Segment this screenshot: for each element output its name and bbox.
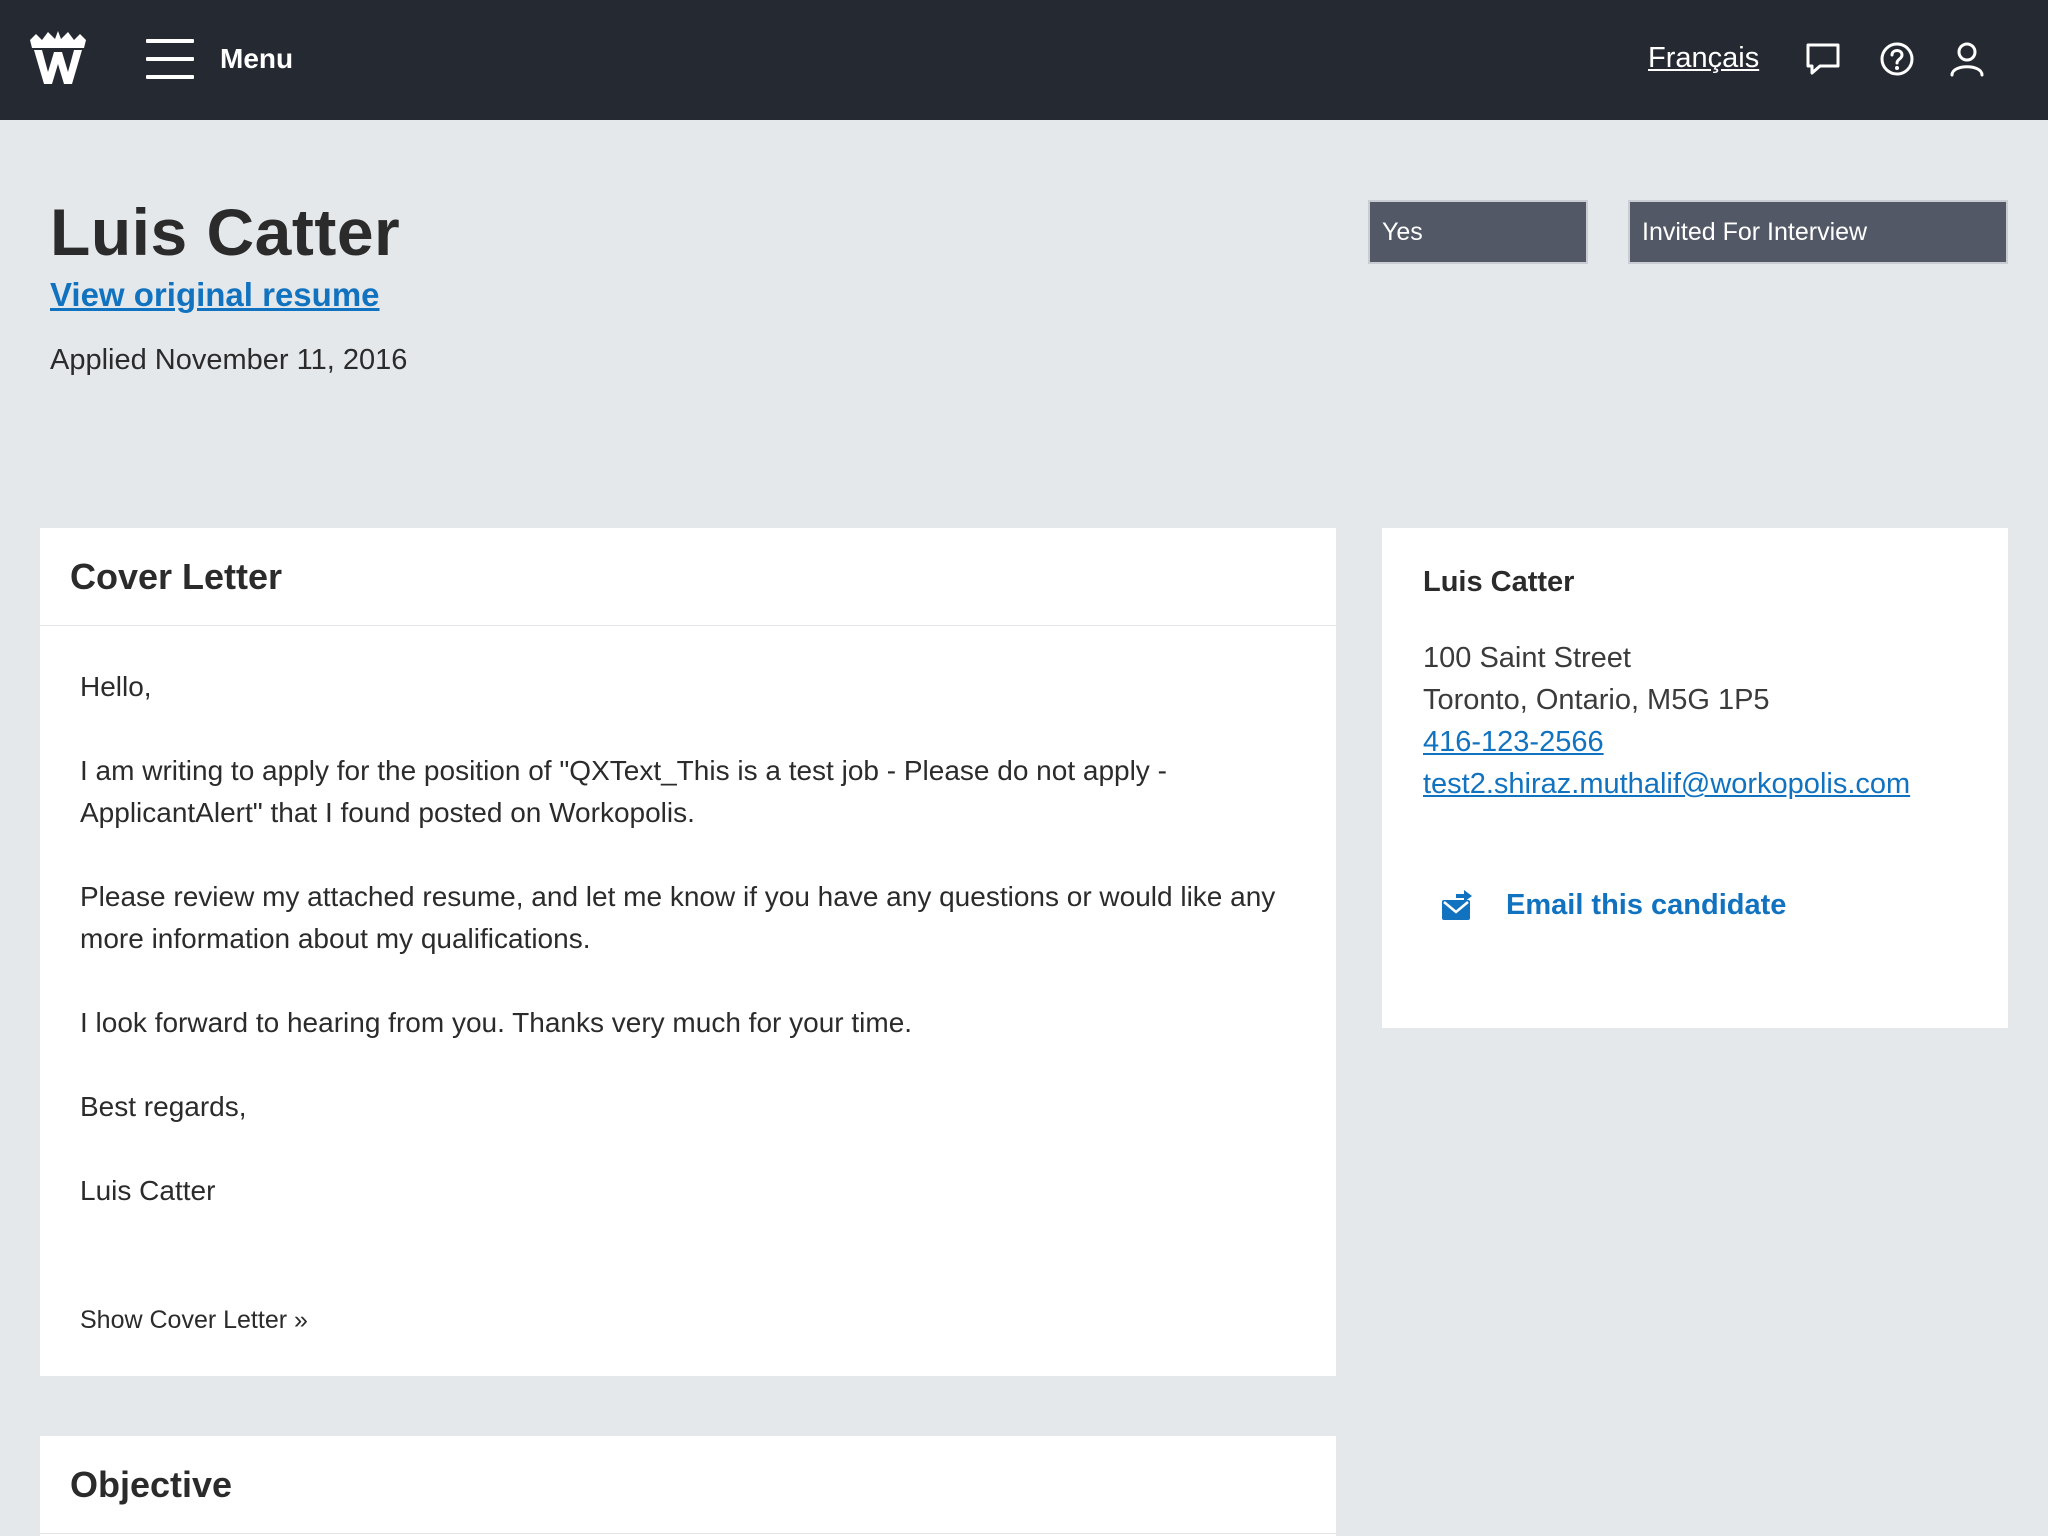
application-stage-select[interactable]: Invited For Interview	[1628, 200, 2008, 264]
objective-card: Objective	[40, 1436, 1336, 1536]
contact-email-link[interactable]: test2.shiraz.muthalif@workopolis.com	[1423, 768, 1910, 801]
workopolis-logo-icon[interactable]	[28, 30, 88, 88]
cover-letter-paragraph: I am writing to apply for the position o…	[80, 755, 1167, 828]
contact-name: Luis Catter	[1423, 566, 1575, 598]
contact-city-line: Toronto, Ontario, M5G 1P5	[1423, 684, 1770, 716]
view-original-resume-link[interactable]: View original resume	[50, 276, 380, 314]
chat-icon[interactable]	[1804, 40, 1842, 78]
objective-title: Objective	[70, 1463, 233, 1505]
hamburger-icon	[146, 36, 194, 82]
contact-phone-link[interactable]: 416-123-2566	[1423, 726, 1604, 759]
help-icon[interactable]	[1878, 40, 1916, 78]
interest-select[interactable]: Yes	[1368, 200, 1588, 264]
candidate-name-heading: Luis Catter	[50, 195, 401, 269]
cover-letter-title: Cover Letter	[70, 555, 283, 597]
language-toggle-link[interactable]: Français	[1648, 42, 1759, 75]
cover-letter-header: Cover Letter	[40, 528, 1336, 626]
cover-letter-paragraph: Luis Catter	[80, 1175, 216, 1206]
objective-header: Objective	[40, 1436, 1336, 1534]
show-cover-letter-link[interactable]: Show Cover Letter »	[80, 1306, 308, 1335]
cover-letter-paragraph: Hello,	[80, 671, 152, 702]
cover-letter-body: Hello, I am writing to apply for the pos…	[40, 626, 1336, 1212]
top-navigation-bar: Menu Français	[0, 0, 2048, 120]
cover-letter-card: Cover Letter Hello, I am writing to appl…	[40, 528, 1336, 1376]
menu-label: Menu	[220, 43, 294, 74]
contact-street: 100 Saint Street	[1423, 642, 1631, 674]
cover-letter-paragraph: Best regards,	[80, 1091, 247, 1122]
cover-letter-paragraph: I look forward to hearing from you. Than…	[80, 1007, 913, 1038]
menu-button[interactable]: Menu	[146, 36, 293, 82]
user-icon[interactable]	[1948, 40, 1986, 78]
applied-date: Applied November 11, 2016	[50, 344, 408, 376]
email-candidate-button[interactable]: Email this candidate	[1440, 888, 1786, 922]
envelope-arrow-icon	[1442, 890, 1472, 920]
email-candidate-label: Email this candidate	[1506, 888, 1787, 921]
cover-letter-paragraph: Please review my attached resume, and le…	[80, 881, 1276, 954]
